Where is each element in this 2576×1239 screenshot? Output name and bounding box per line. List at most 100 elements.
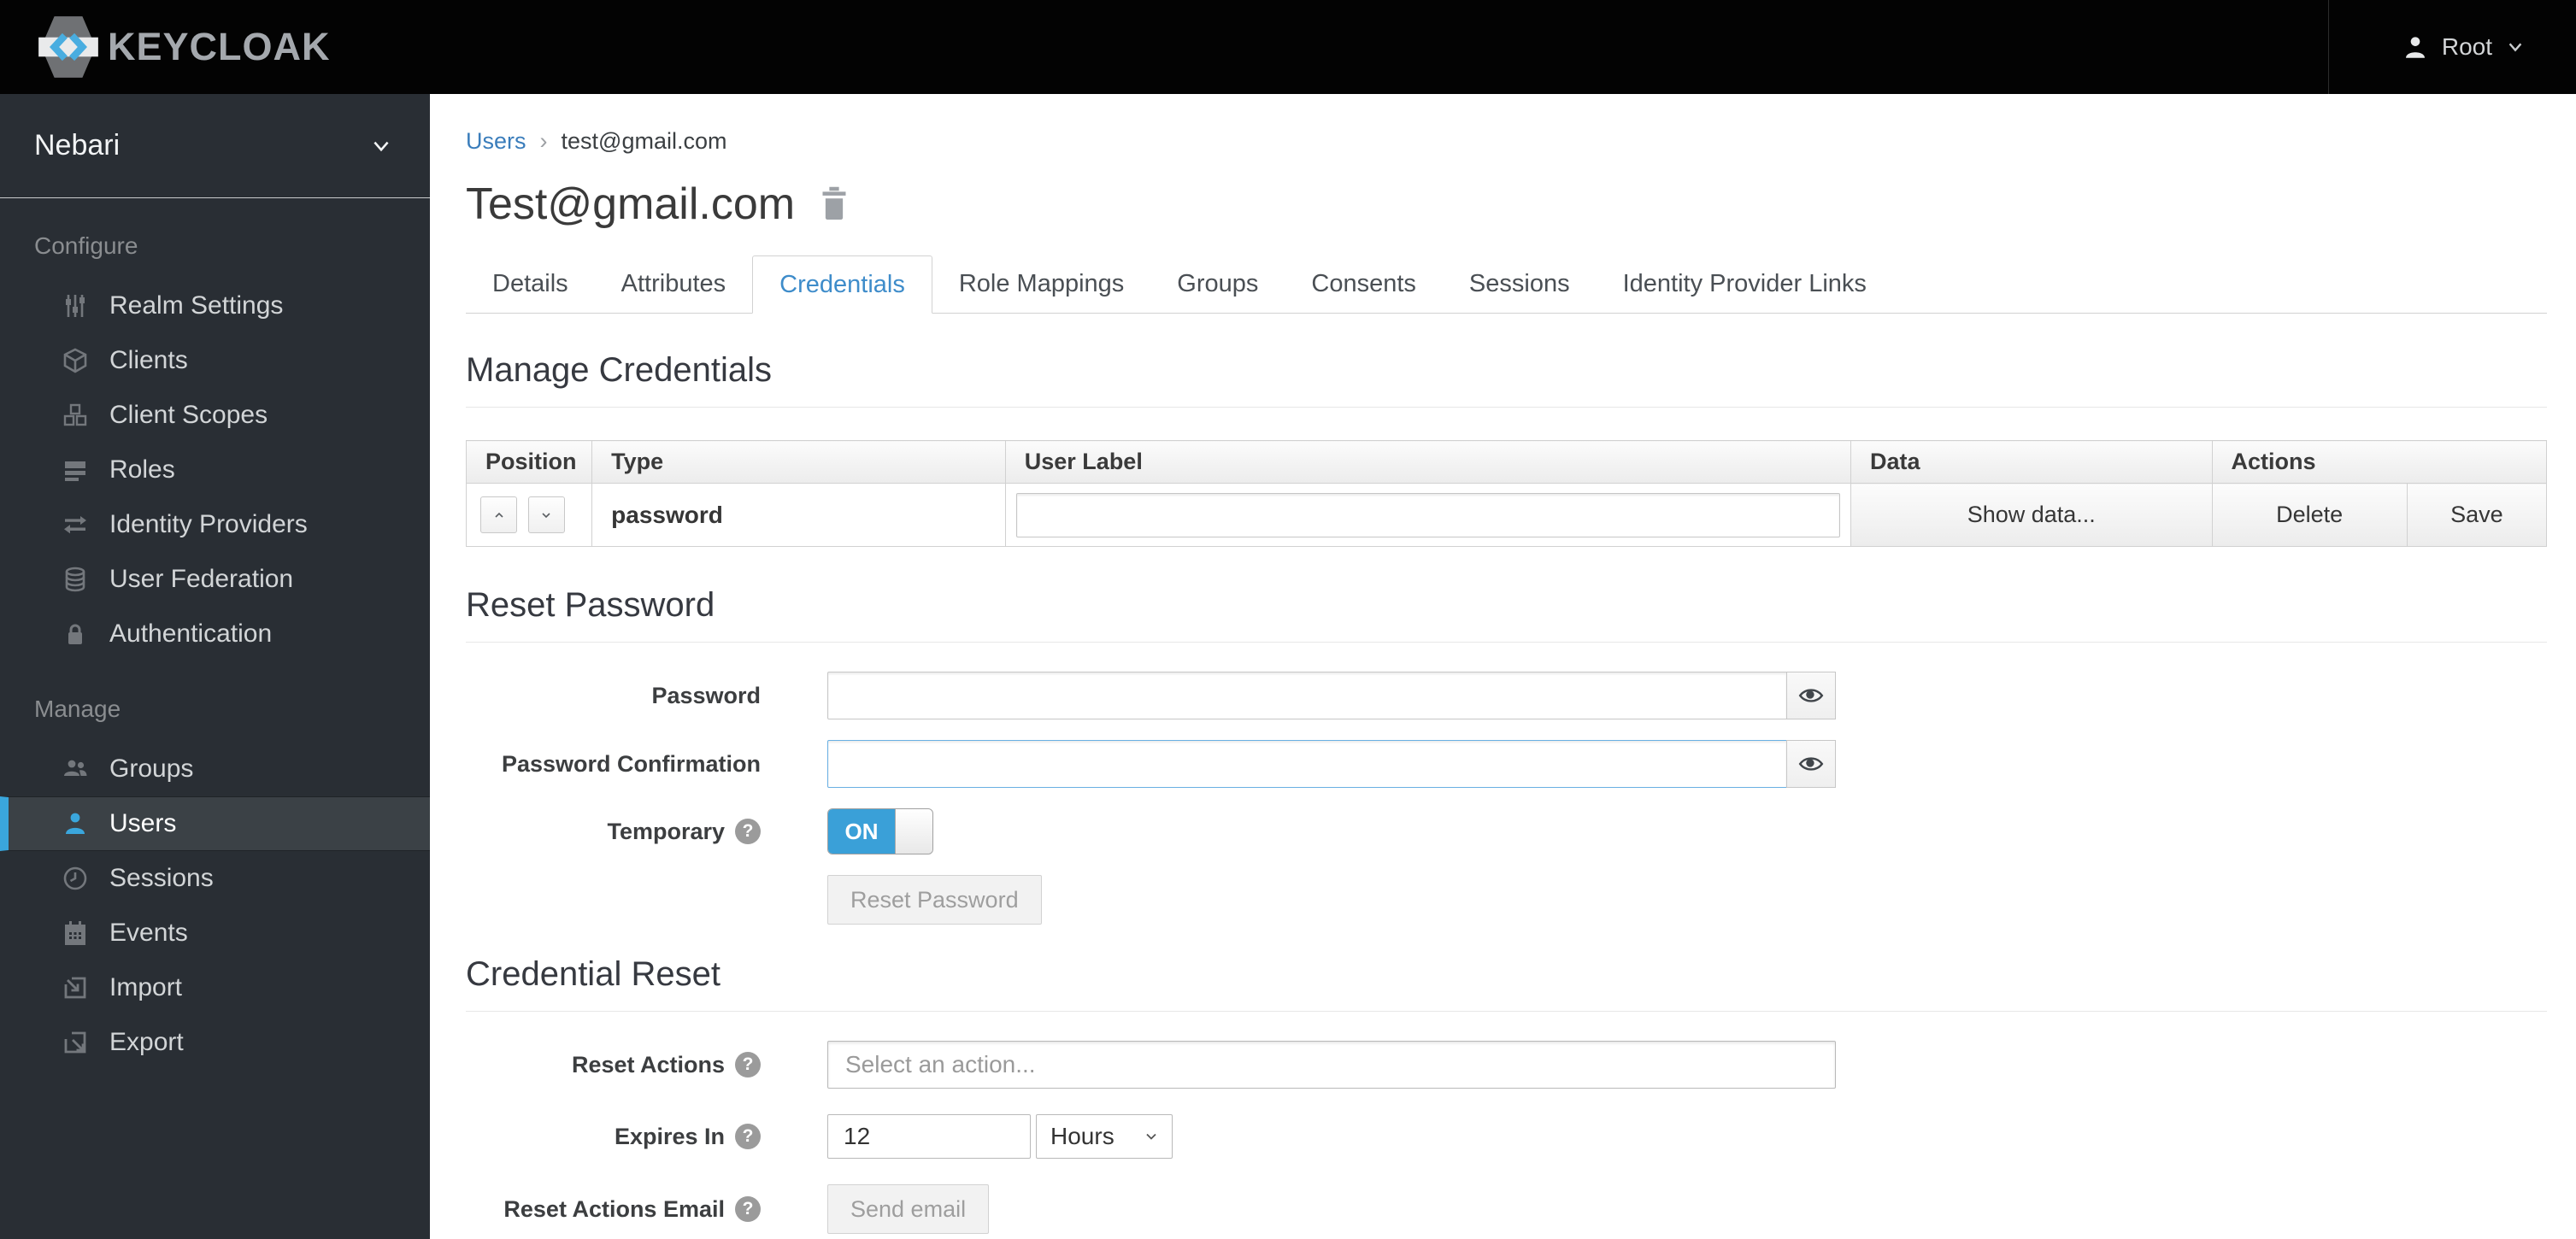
save-credential-button[interactable]: Save bbox=[2406, 483, 2548, 547]
sidebar-item-label: Import bbox=[109, 973, 183, 1001]
clock-icon bbox=[60, 865, 91, 892]
tab-attributes[interactable]: Attributes bbox=[595, 255, 753, 313]
toggle-on-label: ON bbox=[828, 809, 895, 854]
sidebar-item-label: Events bbox=[109, 919, 188, 947]
sidebar-item-identity-providers[interactable]: Identity Providers bbox=[0, 497, 430, 552]
breadcrumb-current: test@gmail.com bbox=[561, 128, 727, 154]
sidebar-item-label: Identity Providers bbox=[109, 510, 308, 538]
table-header-row: Position Type User Label Data Actions bbox=[465, 440, 2547, 484]
show-password-button[interactable] bbox=[1786, 672, 1836, 719]
reset-actions-select[interactable]: Select an action... bbox=[827, 1041, 1836, 1089]
breadcrumb: Users › test@gmail.com bbox=[466, 94, 2547, 155]
expires-in-help-icon[interactable]: ? bbox=[735, 1124, 761, 1149]
brand-text: KEYCLOAK bbox=[108, 25, 331, 68]
sidebar-item-label: Users bbox=[109, 809, 177, 837]
toggle-handle bbox=[895, 809, 932, 854]
col-header-actions: Actions bbox=[2211, 440, 2547, 484]
sidebar-item-clients[interactable]: Clients bbox=[0, 333, 430, 388]
reset-password-heading: Reset Password bbox=[466, 586, 2547, 643]
user-label-input[interactable] bbox=[1015, 492, 1840, 537]
tab-identity-provider-links[interactable]: Identity Provider Links bbox=[1597, 255, 1893, 313]
credential-reset-heading: Credential Reset bbox=[466, 955, 2547, 1012]
eye-icon bbox=[1798, 684, 1824, 707]
sidebar-item-export[interactable]: Export bbox=[0, 1015, 430, 1070]
sidebar-item-label: Export bbox=[109, 1028, 184, 1056]
chevron-down-icon bbox=[539, 508, 553, 522]
breadcrumb-users-link[interactable]: Users bbox=[466, 128, 526, 155]
lock-icon bbox=[60, 620, 91, 648]
chevron-down-icon bbox=[2506, 38, 2525, 56]
reset-password-button[interactable]: Reset Password bbox=[827, 875, 1042, 925]
exchange-icon bbox=[60, 511, 91, 538]
tab-details[interactable]: Details bbox=[466, 255, 595, 313]
expires-in-label: Expires In bbox=[614, 1123, 725, 1149]
section-label-manage: Manage bbox=[34, 696, 121, 722]
person-icon bbox=[2403, 34, 2428, 60]
password-label: Password bbox=[651, 682, 761, 708]
cube-icon bbox=[60, 347, 91, 374]
database-icon bbox=[60, 566, 91, 593]
table-row: password Show data... Delete Save bbox=[465, 483, 2548, 547]
sidebar-item-events[interactable]: Events bbox=[0, 906, 430, 960]
reset-actions-email-help-icon[interactable]: ? bbox=[735, 1196, 761, 1222]
sidebar-item-label: Clients bbox=[109, 346, 188, 374]
chevron-up-icon bbox=[492, 508, 506, 522]
tab-credentials[interactable]: Credentials bbox=[752, 255, 932, 314]
reset-actions-placeholder: Select an action... bbox=[845, 1051, 1036, 1078]
sidebar-item-roles[interactable]: Roles bbox=[0, 443, 430, 497]
move-down-button[interactable] bbox=[527, 496, 565, 533]
credentials-table: Position Type User Label Data Actions pa… bbox=[465, 440, 2548, 547]
chevron-down-icon bbox=[1143, 1128, 1160, 1145]
main-content: Users › test@gmail.com Test@gmail.com De… bbox=[430, 94, 2576, 1239]
groups-icon bbox=[60, 755, 91, 783]
credential-type: password bbox=[591, 483, 1006, 547]
sidebar-item-label: Sessions bbox=[109, 864, 214, 892]
user-name: Root bbox=[2441, 33, 2492, 60]
sidebar-item-label: Client Scopes bbox=[109, 401, 268, 429]
expires-in-unit-select[interactable]: Hours bbox=[1036, 1114, 1173, 1159]
expires-in-input[interactable] bbox=[827, 1114, 1031, 1159]
sidebar-item-label: Realm Settings bbox=[109, 291, 284, 320]
user-menu[interactable]: Root bbox=[2327, 0, 2576, 94]
sidebar-item-user-federation[interactable]: User Federation bbox=[0, 552, 430, 607]
password-confirmation-input[interactable] bbox=[827, 740, 1787, 788]
sidebar-item-label: Groups bbox=[109, 755, 194, 783]
sidebar-item-realm-settings[interactable]: Realm Settings bbox=[0, 279, 430, 333]
sidebar: Nebari Configure Realm Settings Clients … bbox=[0, 94, 430, 1239]
sidebar-item-groups[interactable]: Groups bbox=[0, 742, 430, 796]
page-title: Test@gmail.com bbox=[466, 179, 796, 229]
tab-consents[interactable]: Consents bbox=[1285, 255, 1443, 313]
chevron-down-icon bbox=[370, 135, 392, 157]
move-up-button[interactable] bbox=[480, 496, 517, 533]
reset-actions-label: Reset Actions bbox=[571, 1051, 725, 1078]
sidebar-item-import[interactable]: Import bbox=[0, 960, 430, 1015]
password-input[interactable] bbox=[827, 672, 1787, 719]
expires-in-unit-value: Hours bbox=[1050, 1123, 1115, 1149]
show-data-button[interactable]: Show data... bbox=[1850, 483, 2213, 547]
sidebar-item-authentication[interactable]: Authentication bbox=[0, 607, 430, 661]
sidebar-item-client-scopes[interactable]: Client Scopes bbox=[0, 388, 430, 443]
realm-selector[interactable]: Nebari bbox=[0, 94, 430, 198]
send-email-button[interactable]: Send email bbox=[827, 1184, 990, 1234]
sidebar-item-users[interactable]: Users bbox=[0, 796, 430, 851]
tab-sessions[interactable]: Sessions bbox=[1443, 255, 1597, 313]
temporary-toggle[interactable]: ON bbox=[827, 808, 933, 854]
sidebar-item-label: Roles bbox=[109, 455, 175, 484]
sidebar-item-sessions[interactable]: Sessions bbox=[0, 851, 430, 906]
col-header-data: Data bbox=[1850, 440, 2213, 484]
tab-groups[interactable]: Groups bbox=[1150, 255, 1285, 313]
password-confirmation-label: Password Confirmation bbox=[501, 750, 761, 777]
tab-role-mappings[interactable]: Role Mappings bbox=[932, 255, 1150, 313]
import-icon bbox=[60, 974, 91, 1001]
temporary-label: Temporary bbox=[607, 818, 725, 844]
reset-actions-help-icon[interactable]: ? bbox=[735, 1052, 761, 1078]
show-password-confirmation-button[interactable] bbox=[1786, 740, 1836, 788]
temporary-help-icon[interactable]: ? bbox=[735, 819, 761, 844]
delete-credential-button[interactable]: Delete bbox=[2211, 483, 2408, 547]
col-header-position: Position bbox=[465, 440, 593, 484]
col-header-user-label: User Label bbox=[1004, 440, 1851, 484]
delete-user-button[interactable] bbox=[819, 186, 850, 222]
trash-icon bbox=[819, 186, 850, 222]
sliders-icon bbox=[60, 292, 91, 320]
col-header-type: Type bbox=[591, 440, 1006, 484]
